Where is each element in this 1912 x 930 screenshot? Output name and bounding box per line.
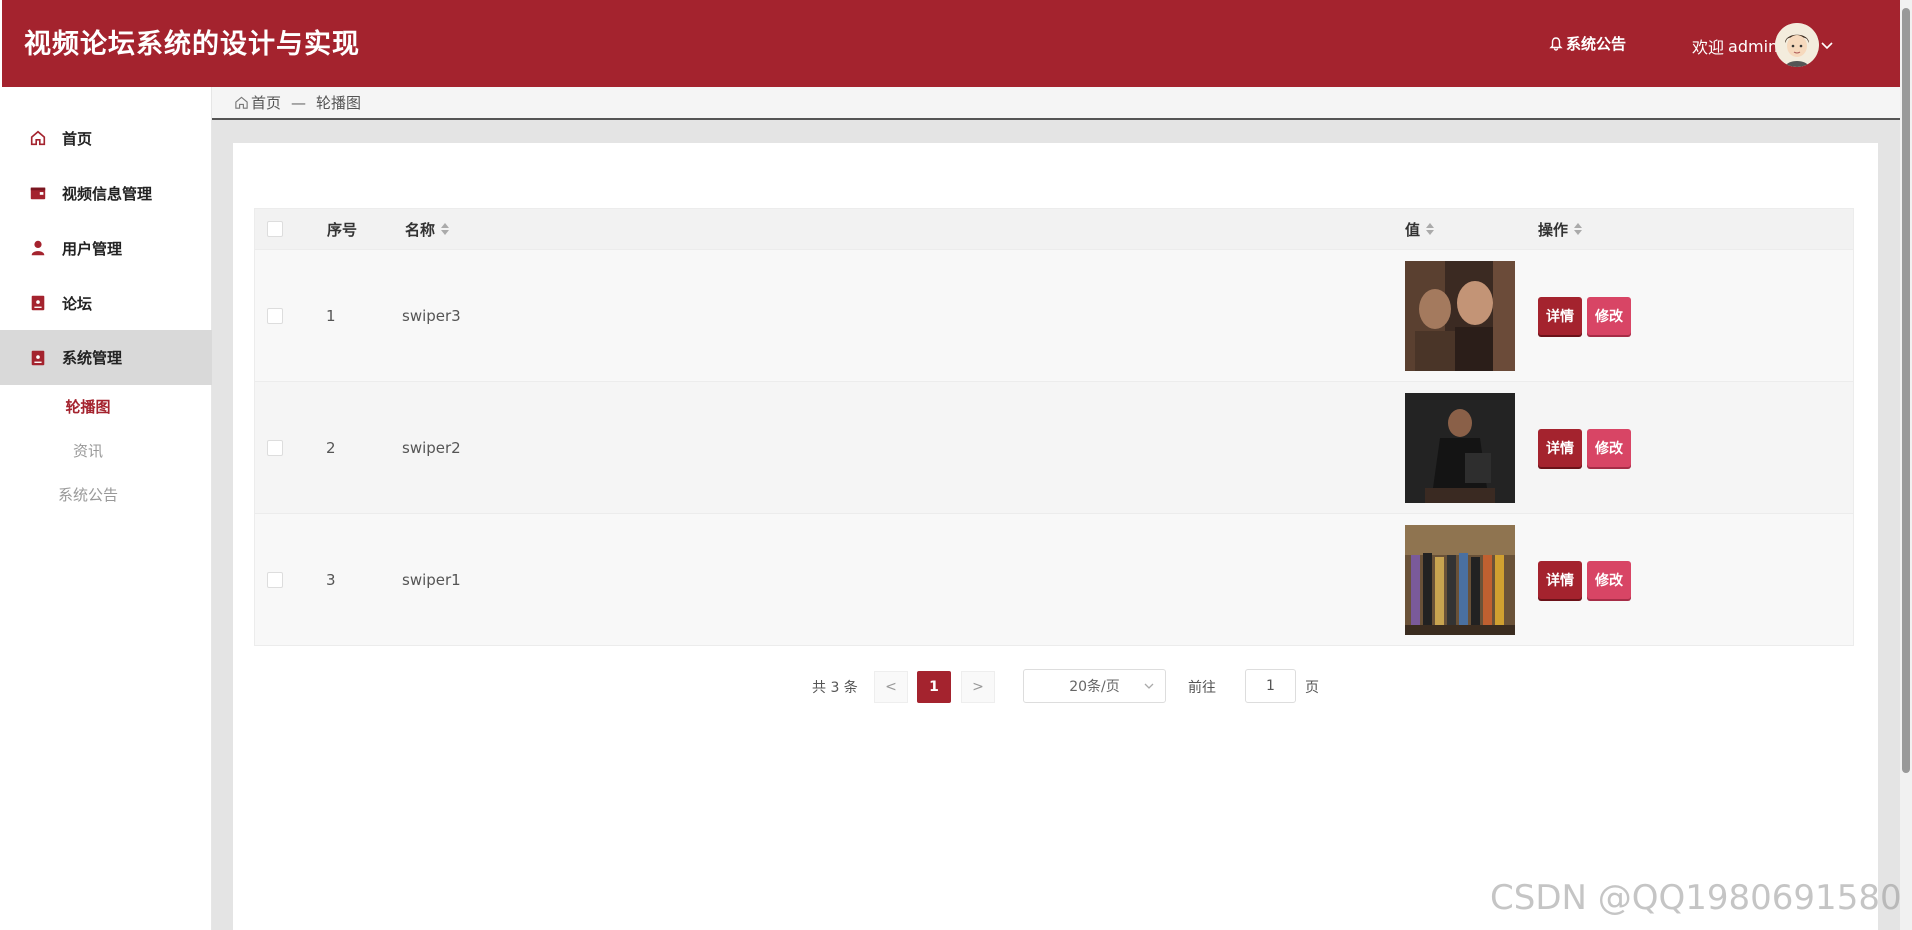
breadcrumb-home[interactable]: 首页: [234, 92, 281, 113]
pagination-page-1[interactable]: 1: [917, 671, 951, 703]
main-content: 首页 — 轮播图 序号 名称 值 操作 1 swiper3 详情 修改 2 sw…: [212, 87, 1900, 930]
carousel-image-thumbnail[interactable]: [1405, 393, 1515, 503]
column-header-name[interactable]: 名称: [405, 209, 450, 249]
carousel-image-thumbnail[interactable]: [1405, 525, 1515, 635]
row-value-image[interactable]: [1405, 250, 1515, 382]
row-name: swiper3: [402, 307, 461, 325]
sidebar-item-label: 首页: [62, 129, 93, 148]
breadcrumb-separator: —: [291, 93, 307, 112]
select-all-cell: [267, 209, 283, 249]
row-value-image[interactable]: [1405, 514, 1515, 646]
page-scrollbar[interactable]: [1900, 0, 1912, 930]
submenu-item-announcement[interactable]: 系统公告: [0, 484, 194, 505]
username: admin: [1728, 36, 1779, 56]
table-header: 序号 名称 值 操作: [255, 209, 1853, 249]
sidebar-item-users[interactable]: 用户管理: [0, 222, 212, 274]
row-checkbox[interactable]: [267, 308, 283, 324]
book-icon: [28, 348, 48, 368]
sidebar-item-label: 系统管理: [62, 349, 123, 367]
pagination-prev-button[interactable]: <: [874, 671, 908, 703]
sort-icon[interactable]: [1574, 223, 1583, 235]
submenu-item-news[interactable]: 资讯: [0, 440, 194, 461]
table-row[interactable]: 1 swiper3 详情 修改: [255, 249, 1853, 381]
sort-icon[interactable]: [441, 223, 450, 235]
edit-button[interactable]: 修改: [1587, 561, 1631, 599]
data-table: 序号 名称 值 操作 1 swiper3 详情 修改 2 swiper2 详情 …: [254, 208, 1854, 646]
sidebar-item-label: 论坛: [62, 294, 93, 313]
scrollbar-thumb[interactable]: [1902, 8, 1910, 773]
sidebar-item-forum[interactable]: 论坛: [0, 277, 212, 329]
top-header: 视频论坛系统的设计与实现 系统公告 欢迎 admin: [2, 0, 1900, 87]
row-index: 3: [326, 571, 336, 589]
column-header-value[interactable]: 值: [1405, 209, 1435, 249]
column-header-actions[interactable]: 操作: [1538, 209, 1583, 249]
sidebar: 首页 视频信息管理 用户管理 论坛 系统管理 轮播图 资讯 系统公告: [0, 87, 212, 930]
row-checkbox[interactable]: [267, 572, 283, 588]
bell-icon: [1549, 36, 1563, 51]
goto-page-input[interactable]: [1245, 669, 1296, 703]
watermark: CSDN @QQ1980691580: [1490, 878, 1902, 918]
breadcrumb-home-label: 首页: [251, 94, 282, 112]
row-actions: 详情 修改: [1538, 514, 1636, 646]
sort-icon[interactable]: [1426, 223, 1435, 235]
column-header-index: 序号: [327, 220, 358, 239]
app-title: 视频论坛系统的设计与实现: [24, 29, 360, 60]
pagination: 共 3 条 < 1 > 20条/页 前往 页: [233, 669, 1878, 703]
user-icon: [28, 238, 48, 258]
row-actions: 详情 修改: [1538, 250, 1636, 382]
avatar[interactable]: [1775, 23, 1819, 67]
system-notice-label: 系统公告: [1566, 35, 1627, 53]
chevron-down-icon[interactable]: [1820, 38, 1834, 52]
page-suffix: 页: [1305, 680, 1319, 696]
row-name: swiper2: [402, 439, 461, 457]
row-value-image[interactable]: [1405, 382, 1515, 514]
column-header-name-label: 名称: [405, 220, 436, 239]
column-header-value-label: 值: [1405, 220, 1421, 239]
row-index: 1: [326, 307, 336, 325]
home-icon: [28, 128, 48, 148]
select-all-checkbox[interactable]: [267, 221, 283, 237]
pagination-total: 共 3 条: [812, 680, 858, 696]
breadcrumb: 首页 — 轮播图: [212, 87, 1900, 120]
page-size-select[interactable]: 20条/页: [1023, 669, 1166, 703]
sidebar-item-video-info[interactable]: 视频信息管理: [0, 167, 212, 219]
book-icon: [28, 293, 48, 313]
table-row[interactable]: 2 swiper2 详情 修改: [255, 381, 1853, 513]
carousel-image-thumbnail[interactable]: [1405, 261, 1515, 371]
edit-button[interactable]: 修改: [1587, 297, 1631, 335]
home-icon: [235, 96, 248, 109]
breadcrumb-current: 轮播图: [316, 94, 362, 112]
edit-button[interactable]: 修改: [1587, 429, 1631, 467]
sidebar-item-label: 用户管理: [62, 239, 123, 258]
goto-label: 前往: [1188, 680, 1216, 696]
detail-button[interactable]: 详情: [1538, 297, 1582, 335]
detail-button[interactable]: 详情: [1538, 561, 1582, 599]
sidebar-item-system[interactable]: 系统管理: [0, 330, 212, 385]
row-name: swiper1: [402, 571, 461, 589]
content-panel: 序号 名称 值 操作 1 swiper3 详情 修改 2 swiper2 详情 …: [233, 143, 1878, 930]
welcome-label: 欢迎: [1692, 38, 1725, 57]
chevron-down-icon: [1144, 683, 1154, 689]
sidebar-item-home[interactable]: 首页: [0, 112, 212, 164]
sidebar-item-label: 视频信息管理: [62, 184, 153, 203]
pagination-next-button[interactable]: >: [961, 671, 995, 703]
page-size-value: 20条/页: [1069, 679, 1120, 695]
column-header-actions-label: 操作: [1538, 220, 1569, 239]
row-checkbox[interactable]: [267, 440, 283, 456]
row-actions: 详情 修改: [1538, 382, 1636, 514]
table-row[interactable]: 3 swiper1 详情 修改: [255, 513, 1853, 645]
detail-button[interactable]: 详情: [1538, 429, 1582, 467]
welcome-text: 欢迎 admin: [1692, 34, 1778, 58]
system-notice-link[interactable]: 系统公告: [1548, 33, 1626, 54]
row-index: 2: [326, 439, 336, 457]
folder-icon: [28, 183, 48, 203]
submenu-item-carousel[interactable]: 轮播图: [0, 396, 194, 417]
